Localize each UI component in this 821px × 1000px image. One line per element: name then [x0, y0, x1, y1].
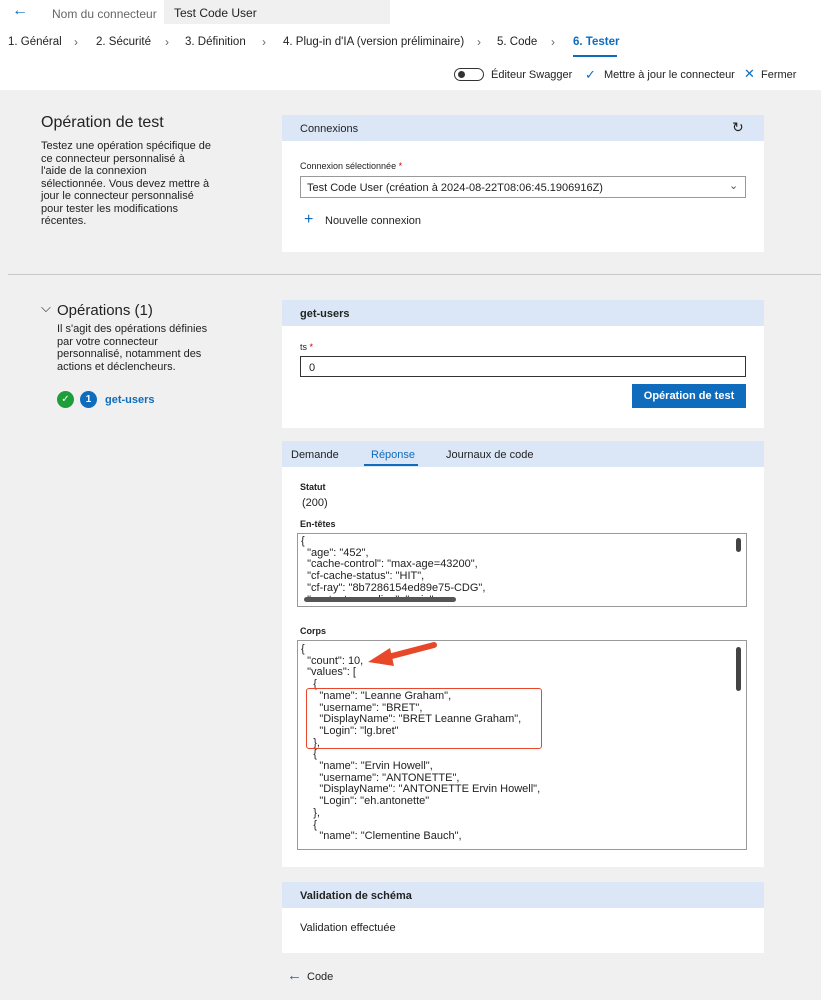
chevron-down-icon[interactable]: ⌵: [41, 300, 51, 316]
ts-label: ts *: [300, 342, 313, 352]
connections-header: Connexions ↻: [282, 115, 764, 141]
swagger-toggle[interactable]: [454, 68, 484, 81]
operations-description: Il s'agit des opérations définies par vo…: [57, 323, 207, 373]
swagger-editor-label[interactable]: Éditeur Swagger: [491, 69, 572, 81]
desc-line: jour le connecteur personnalisé: [41, 190, 194, 202]
label-text: Connexion sélectionnée: [300, 161, 397, 171]
schema-body: Validation effectuée: [282, 908, 764, 953]
toolbar: Éditeur Swagger ✓ Mettre à jour le conne…: [0, 58, 821, 90]
desc-line: ce connecteur personnalisé à: [41, 152, 185, 165]
desc-line: l'aide de la connexion: [41, 165, 147, 177]
section-divider: [8, 274, 821, 275]
wizard-steps: 1. Général › 2. Sécurité › 3. Définition…: [0, 24, 821, 58]
annotation-highlight-box: [306, 688, 542, 749]
annotation-arrow-icon: [368, 642, 437, 666]
test-operation-button[interactable]: Opération de test: [632, 384, 746, 408]
schema-header: Validation de schéma: [282, 882, 764, 908]
desc-line: récentes.: [41, 215, 87, 227]
step-test[interactable]: 6. Tester: [573, 36, 619, 48]
status-label: Statut: [300, 482, 326, 492]
back-arrow-icon[interactable]: ←: [12, 2, 28, 20]
update-connector-button[interactable]: Mettre à jour le connecteur: [604, 69, 735, 81]
step-code[interactable]: 5. Code: [497, 36, 537, 48]
horizontal-scrollbar[interactable]: [304, 597, 456, 602]
checkmark-icon: ✓: [585, 67, 596, 82]
chevron-right-icon: ›: [262, 35, 266, 49]
selected-connection-label: Connexion sélectionnée *: [300, 161, 402, 171]
desc-line: par votre connecteur: [57, 335, 158, 348]
operation-get-users-link[interactable]: get-users: [105, 394, 155, 406]
tab-request[interactable]: Demande: [291, 449, 339, 461]
step-definition[interactable]: 3. Définition: [185, 36, 246, 48]
desc-line: Testez une opération spécifique de: [41, 140, 212, 152]
response-tabs: Demande Réponse Journaux de code: [282, 441, 764, 467]
close-icon: ✕: [744, 66, 755, 81]
operations-title[interactable]: Opérations (1): [57, 302, 153, 319]
top-bar: ← Nom du connecteur Test Code User: [0, 0, 821, 24]
label-text: ts: [300, 342, 308, 352]
desc-line: Il s'agit des opérations définies: [57, 323, 208, 335]
step-general[interactable]: 1. Général: [8, 36, 62, 48]
connections-body: Connexion sélectionnée * Test Code User …: [282, 141, 764, 252]
get-users-body: ts * 0 Opération de test: [282, 326, 764, 428]
chevron-down-icon: ⌄: [729, 180, 739, 192]
vertical-scrollbar[interactable]: [736, 647, 741, 691]
refresh-icon[interactable]: ↻: [732, 119, 744, 136]
headers-json: { "age": "452", "cache-control": "max-ag…: [301, 536, 486, 598]
ts-input[interactable]: 0: [300, 356, 746, 377]
close-button[interactable]: Fermer: [761, 69, 796, 81]
body-label: Corps: [300, 626, 327, 636]
connections-title: Connexions: [300, 123, 359, 135]
desc-line: actions et déclencheurs.: [57, 360, 176, 373]
desc-line: sélectionnée. Vous devez mettre à: [41, 177, 210, 190]
arrow-left-icon: ←: [287, 967, 302, 984]
test-op-description: Testez une opération spécifique de ce co…: [41, 140, 211, 228]
tab-code-logs[interactable]: Journaux de code: [446, 449, 533, 461]
active-tab-underline: [364, 464, 418, 466]
vertical-scrollbar[interactable]: [736, 538, 741, 552]
new-connection-button[interactable]: Nouvelle connexion: [325, 215, 421, 227]
required-mark: *: [309, 342, 314, 352]
get-users-title: get-users: [300, 308, 350, 320]
success-check-icon: ✓: [57, 391, 74, 408]
schema-result: Validation effectuée: [300, 922, 396, 934]
response-body: Statut (200) En-têtes { "age": "452", "c…: [282, 467, 764, 867]
required-mark: *: [398, 161, 403, 171]
connector-name-tab[interactable]: Nom du connecteur: [42, 4, 164, 24]
chevron-right-icon: ›: [551, 35, 555, 49]
schema-title: Validation de schéma: [300, 890, 412, 902]
operation-number-badge: 1: [80, 391, 97, 408]
chevron-right-icon: ›: [165, 35, 169, 49]
desc-line: personnalisé, notamment des: [57, 348, 202, 360]
connector-name-field[interactable]: Test Code User: [164, 0, 390, 24]
headers-label: En-têtes: [300, 519, 336, 529]
chevron-right-icon: ›: [74, 35, 78, 49]
desc-line: pour tester les modifications: [41, 202, 178, 215]
step-ai-plugin[interactable]: 4. Plug-in d'IA (version préliminaire): [283, 36, 464, 48]
tab-response[interactable]: Réponse: [371, 449, 415, 461]
ts-input-value: 0: [309, 362, 316, 374]
connection-select[interactable]: Test Code User (création à 2024-08-22T08…: [300, 176, 746, 198]
step-security[interactable]: 2. Sécurité: [96, 36, 151, 48]
get-users-header: get-users: [282, 300, 764, 326]
chevron-right-icon: ›: [477, 35, 481, 49]
connection-select-value: Test Code User (création à 2024-08-22T08…: [307, 182, 603, 194]
headers-box[interactable]: { "age": "452", "cache-control": "max-ag…: [297, 533, 747, 607]
status-value: (200): [302, 497, 328, 509]
active-step-underline: [573, 55, 617, 57]
back-to-code-link[interactable]: Code: [307, 971, 333, 983]
toggle-knob: [458, 71, 465, 78]
plus-icon: +: [304, 211, 314, 228]
test-op-title: Opération de test: [41, 114, 164, 131]
